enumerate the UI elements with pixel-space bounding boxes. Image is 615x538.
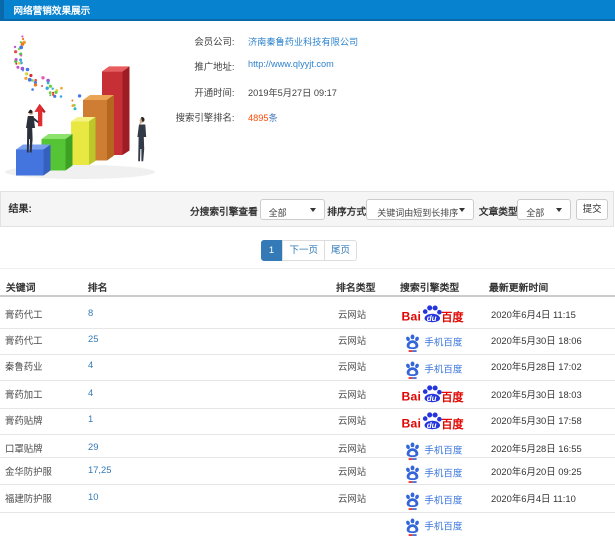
svg-text:du: du [426, 394, 436, 403]
svg-text:Bai: Bai [401, 390, 421, 404]
svg-text:手机百度: 手机百度 [424, 520, 463, 532]
svg-text:du: du [426, 314, 436, 323]
svg-text:手机百度: 手机百度 [424, 337, 463, 349]
svg-text:手机百度: 手机百度 [424, 445, 463, 457]
svg-text:百度: 百度 [441, 390, 464, 404]
svg-text:百度: 百度 [441, 417, 464, 431]
svg-text:Bai: Bai [401, 416, 421, 430]
svg-text:Bai: Bai [401, 310, 421, 324]
svg-text:手机百度: 手机百度 [424, 363, 463, 375]
svg-text:手机百度: 手机百度 [424, 468, 463, 480]
svg-text:百度: 百度 [441, 310, 464, 324]
svg-text:du: du [426, 421, 436, 430]
svg-text:手机百度: 手机百度 [424, 495, 463, 507]
